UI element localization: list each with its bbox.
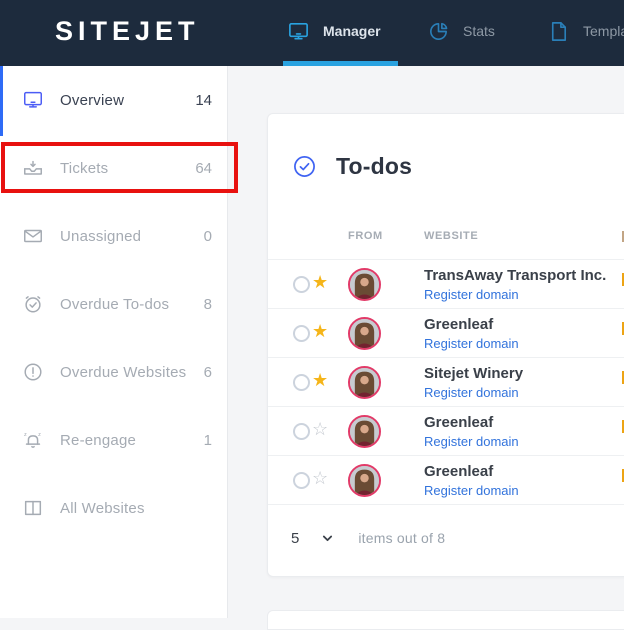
todo-row[interactable]: ★ Sitejet Winery Register domain bbox=[268, 357, 624, 406]
sidebar-item-overdue-todos[interactable]: Overdue To-dos 8 bbox=[0, 270, 227, 338]
register-domain-link[interactable]: Register domain bbox=[424, 287, 519, 302]
sidebar-item-overview[interactable]: Overview 14 bbox=[0, 66, 227, 134]
register-domain-link[interactable]: Register domain bbox=[424, 385, 519, 400]
tab-label: Templates bbox=[583, 23, 624, 39]
website-name: TransAway Transport Inc. bbox=[424, 267, 606, 284]
exclamation-circle-icon bbox=[22, 361, 44, 383]
sidebar-item-overdue-websites[interactable]: Overdue Websites 6 bbox=[0, 338, 227, 406]
check-circle-icon bbox=[293, 155, 316, 178]
sidebar-item-label: All Websites bbox=[60, 500, 212, 517]
register-domain-link[interactable]: Register domain bbox=[424, 336, 519, 351]
star-icon[interactable]: ☆ bbox=[312, 467, 328, 489]
active-item-indicator bbox=[0, 66, 3, 136]
avatar bbox=[348, 268, 381, 301]
sidebar-item-label: Overview bbox=[60, 92, 195, 109]
sidebar-item-label: Unassigned bbox=[60, 228, 204, 245]
column-header-from: FROM bbox=[348, 230, 383, 242]
website-name: Sitejet Winery bbox=[424, 365, 523, 382]
pagination-label: items out of 8 bbox=[358, 530, 445, 546]
tab-stats[interactable]: Stats bbox=[427, 0, 495, 62]
star-icon[interactable]: ☆ bbox=[312, 418, 328, 440]
monitor-icon bbox=[287, 20, 310, 43]
avatar bbox=[348, 415, 381, 448]
star-icon[interactable]: ★ bbox=[312, 271, 328, 293]
sidebar-item-count: 64 bbox=[195, 160, 212, 177]
svg-text:z: z bbox=[38, 432, 41, 438]
sidebar-item-count: 0 bbox=[204, 228, 212, 245]
inbox-icon bbox=[22, 157, 44, 179]
tab-manager[interactable]: Manager bbox=[287, 0, 381, 62]
document-icon bbox=[547, 20, 570, 43]
tab-label: Stats bbox=[463, 23, 495, 39]
sidebar-item-count: 1 bbox=[204, 432, 212, 449]
sidebar-item-label: Tickets bbox=[60, 160, 195, 177]
star-icon[interactable]: ★ bbox=[312, 320, 328, 342]
complete-radio[interactable] bbox=[293, 276, 310, 293]
avatar bbox=[348, 464, 381, 497]
sidebar-item-tickets[interactable]: Tickets 64 bbox=[0, 134, 227, 202]
register-domain-link[interactable]: Register domain bbox=[424, 483, 519, 498]
monitor-icon bbox=[22, 89, 44, 111]
card-title: To-dos bbox=[336, 153, 412, 180]
alarm-check-icon bbox=[22, 293, 44, 315]
column-header-website: WEBSITE bbox=[424, 230, 478, 242]
complete-radio[interactable] bbox=[293, 472, 310, 489]
page-size-value[interactable]: 5 bbox=[291, 530, 299, 547]
sidebar-item-unassigned[interactable]: Unassigned 0 bbox=[0, 202, 227, 270]
sidebar: Overview 14 Tickets 64 Unassigned 0 bbox=[0, 66, 228, 618]
pagination: 5 items out of 8 bbox=[291, 529, 445, 547]
sidebar-item-count: 6 bbox=[204, 364, 212, 381]
register-domain-link[interactable]: Register domain bbox=[424, 434, 519, 449]
sidebar-item-count: 8 bbox=[204, 296, 212, 313]
complete-radio[interactable] bbox=[293, 325, 310, 342]
todos-card: To-dos FROM WEBSITE ★ TransAway Transpor… bbox=[267, 113, 624, 577]
pie-chart-icon bbox=[427, 20, 450, 43]
complete-radio[interactable] bbox=[293, 423, 310, 440]
todo-row[interactable]: ★ Greenleaf Register domain bbox=[268, 308, 624, 357]
tab-templates[interactable]: Templates bbox=[547, 0, 624, 62]
columns-icon bbox=[22, 497, 44, 519]
avatar bbox=[348, 317, 381, 350]
sidebar-item-all-websites[interactable]: All Websites bbox=[0, 474, 227, 542]
sidebar-item-label: Overdue To-dos bbox=[60, 296, 204, 313]
website-name: Greenleaf bbox=[424, 463, 493, 480]
top-navbar: SITEJET Manager Stats Temp bbox=[0, 0, 624, 66]
sidebar-item-label: Re-engage bbox=[60, 432, 204, 449]
website-name: Greenleaf bbox=[424, 316, 493, 333]
snooze-bell-icon: z z bbox=[22, 429, 44, 451]
complete-radio[interactable] bbox=[293, 374, 310, 391]
app-logo: SITEJET bbox=[55, 0, 200, 62]
todos-card-header: To-dos bbox=[293, 153, 412, 180]
chevron-down-icon[interactable] bbox=[321, 532, 334, 545]
star-icon[interactable]: ★ bbox=[312, 369, 328, 391]
next-card-partial bbox=[267, 610, 624, 630]
sidebar-item-re-engage[interactable]: z z Re-engage 1 bbox=[0, 406, 227, 474]
svg-text:z: z bbox=[24, 432, 27, 438]
tab-label: Manager bbox=[323, 23, 381, 39]
todo-row[interactable]: ★ TransAway Transport Inc. Register doma… bbox=[268, 259, 624, 308]
todo-list: ★ TransAway Transport Inc. Register doma… bbox=[268, 259, 624, 505]
sidebar-item-count: 14 bbox=[195, 92, 212, 109]
active-tab-underline bbox=[283, 61, 398, 66]
website-name: Greenleaf bbox=[424, 414, 493, 431]
table-header-row: FROM WEBSITE bbox=[268, 230, 624, 244]
envelope-icon bbox=[22, 225, 44, 247]
sidebar-item-label: Overdue Websites bbox=[60, 364, 204, 381]
avatar bbox=[348, 366, 381, 399]
todo-row[interactable]: ☆ Greenleaf Register domain bbox=[268, 455, 624, 504]
todo-row[interactable]: ☆ Greenleaf Register domain bbox=[268, 406, 624, 455]
